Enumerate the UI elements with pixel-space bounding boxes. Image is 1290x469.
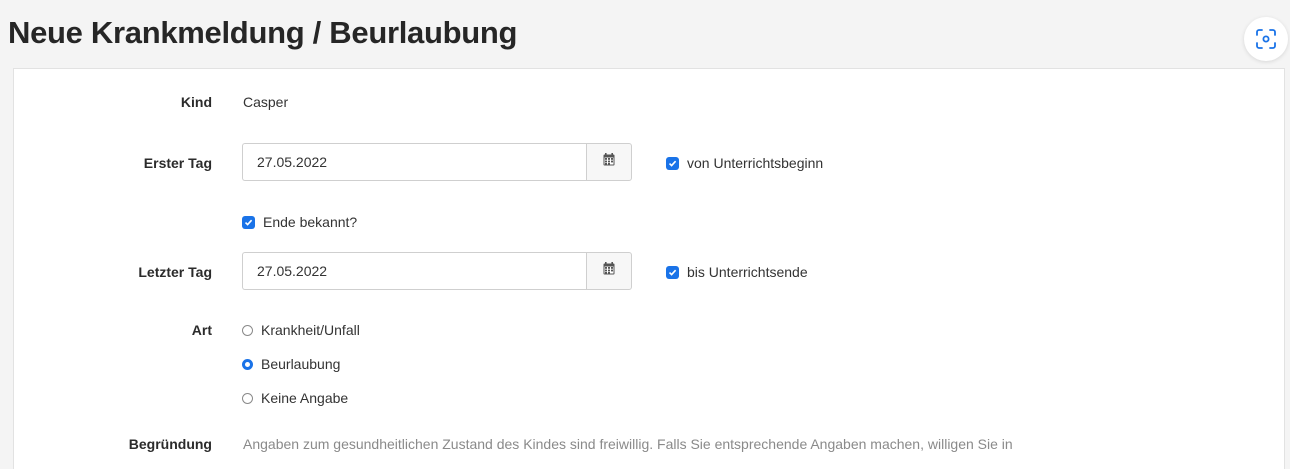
art-label: Art (191, 322, 212, 338)
erster-tag-label: Erster Tag (143, 155, 212, 171)
von-unterrichtsbeginn-checkbox[interactable]: von Unterrichtsbeginn (666, 155, 823, 171)
checkbox-checked-icon (666, 156, 679, 170)
page-header: Neue Krankmeldung / Beurlaubung (0, 0, 1290, 66)
radio-krankheit-unfall[interactable]: Krankheit/Unfall (242, 322, 360, 338)
kind-label: Kind (180, 94, 212, 110)
letzter-tag-label: Letzter Tag (138, 264, 212, 280)
checkbox-checked-icon (242, 215, 255, 229)
screenshot-capture-icon (1255, 28, 1277, 50)
begruendung-hint: Angaben zum gesundheitlichen Zustand des… (243, 436, 1013, 452)
erster-tag-calendar-button[interactable] (586, 143, 632, 181)
calendar-icon (603, 262, 615, 280)
checkbox-checked-icon (666, 265, 679, 279)
radio-keine-angabe[interactable]: Keine Angabe (242, 390, 348, 406)
page-title: Neue Krankmeldung / Beurlaubung (8, 15, 518, 50)
radio-beurlaubung[interactable]: Beurlaubung (242, 356, 340, 372)
erster-tag-date-group (242, 143, 632, 183)
begruendung-label: Begründung (128, 436, 212, 452)
calendar-icon (603, 153, 615, 171)
ende-bekannt-checkbox[interactable]: Ende bekannt? (242, 214, 357, 230)
radio-unchecked-icon (242, 392, 253, 404)
screenshot-button[interactable] (1244, 17, 1288, 61)
radio-checked-icon (242, 358, 253, 370)
radio-label: Keine Angabe (261, 390, 349, 406)
letzter-tag-input[interactable] (242, 252, 586, 290)
letzter-tag-date-group (242, 252, 632, 292)
radio-unchecked-icon (242, 324, 253, 336)
form-panel: Kind Casper Erster Tag 27.05.2022 von Un… (13, 68, 1285, 469)
bis-unterrichtsende-label: bis Unterrichtsende (687, 264, 808, 280)
erster-tag-input[interactable] (242, 143, 586, 181)
von-unterrichtsbeginn-label: von Unterrichtsbeginn (687, 155, 824, 171)
letzter-tag-calendar-button[interactable] (586, 252, 632, 290)
radio-label: Krankheit/Unfall (261, 322, 360, 338)
ende-bekannt-label: Ende bekannt? (263, 214, 358, 230)
kind-value: Casper (243, 94, 289, 110)
radio-label: Beurlaubung (261, 356, 341, 372)
bis-unterrichtsende-checkbox[interactable]: bis Unterrichtsende (666, 264, 808, 280)
